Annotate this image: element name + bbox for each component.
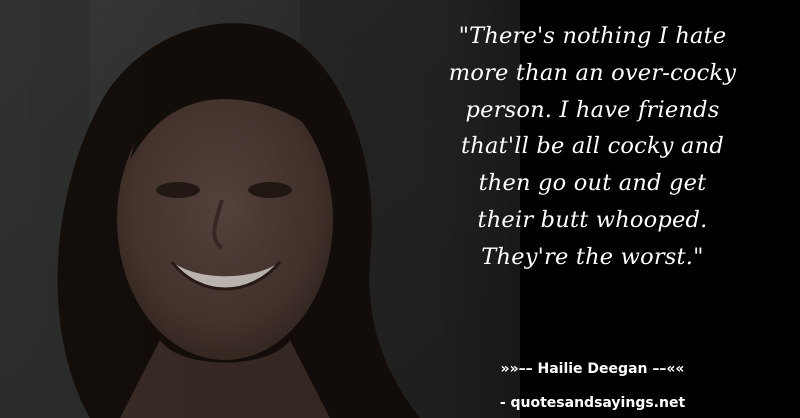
quote-line: that'll be all cocky and bbox=[461, 133, 724, 160]
quote-line: more than an over-cocky bbox=[448, 59, 737, 86]
quote-line: "There's nothing I hate bbox=[458, 23, 727, 49]
quote-text: "There's nothing I hate more than an ove… bbox=[420, 18, 765, 276]
quote-line: They're the worst." bbox=[481, 243, 704, 270]
quote-line: their butt whooped. bbox=[477, 206, 708, 233]
author-name: Hailie Deegan bbox=[537, 361, 648, 377]
attribution-prefix: »»–– bbox=[500, 361, 538, 377]
attribution-suffix: ––«« bbox=[647, 361, 685, 377]
source-credit: - quotesandsayings.net bbox=[499, 395, 686, 411]
quote-line: person. I have friends bbox=[465, 96, 720, 123]
author-attribution: »»–– Hailie Deegan ––«« bbox=[420, 361, 765, 377]
quote-card: "There's nothing I hate more than an ove… bbox=[0, 0, 800, 418]
quote-line: then go out and get bbox=[478, 170, 707, 197]
